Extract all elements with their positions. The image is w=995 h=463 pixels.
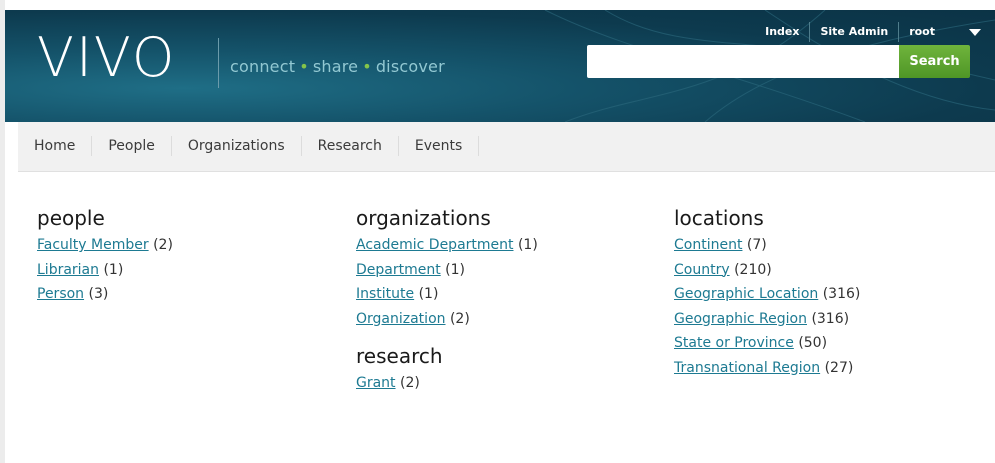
class-link[interactable]: Country <box>674 262 730 278</box>
class-link[interactable]: Geographic Location <box>674 286 818 302</box>
class-count: (1) <box>103 261 124 278</box>
list-item: Academic Department (1) <box>356 233 538 258</box>
class-link[interactable]: Academic Department <box>356 237 514 253</box>
list-item: Organization (2) <box>356 307 538 332</box>
tagline-dot: • <box>362 57 372 76</box>
nav-events[interactable]: Events <box>399 136 480 156</box>
class-count: (316) <box>811 310 850 327</box>
page-top-margin <box>0 0 995 10</box>
class-count: (50) <box>798 335 828 351</box>
list-item: Geographic Region (316) <box>674 307 860 332</box>
list-item: Grant (2) <box>356 371 538 396</box>
vivo-logo[interactable]: VIVO <box>37 28 176 88</box>
class-count: (2) <box>400 375 420 391</box>
class-link[interactable]: Librarian <box>37 262 99 278</box>
class-count: (210) <box>734 261 772 278</box>
section-title-locations: locations <box>674 206 764 230</box>
class-link[interactable]: Transnational Region <box>674 360 820 376</box>
class-link[interactable]: Institute <box>356 286 414 302</box>
people-list: Faculty Member (2) Librarian (1) Person … <box>37 233 173 307</box>
list-item: Transnational Region (27) <box>674 356 860 381</box>
class-link[interactable]: Geographic Region <box>674 311 807 327</box>
column-locations: locations Continent (7) Country (210) Ge… <box>674 205 860 380</box>
list-item: Institute (1) <box>356 282 538 307</box>
class-count: (7) <box>746 237 767 253</box>
class-count: (3) <box>88 286 109 302</box>
nav-organizations[interactable]: Organizations <box>172 136 302 156</box>
class-count: (2) <box>449 310 470 327</box>
list-item: Country (210) <box>674 258 860 283</box>
class-link[interactable]: Person <box>37 286 84 302</box>
list-item: Continent (7) <box>674 233 860 258</box>
class-count: (1) <box>418 286 439 302</box>
class-count: (27) <box>824 359 854 376</box>
class-link[interactable]: Grant <box>356 375 396 391</box>
organizations-list: Academic Department (1) Department (1) I… <box>356 233 538 331</box>
index-link[interactable]: Index <box>755 22 809 42</box>
caret-down-icon[interactable] <box>969 28 981 36</box>
tagline-connect: connect <box>230 57 296 76</box>
class-link[interactable]: Faculty Member <box>37 237 149 253</box>
main-nav: Home People Organizations Research Event… <box>18 122 995 172</box>
logo-divider <box>218 38 219 88</box>
search-input[interactable] <box>587 45 899 78</box>
class-link[interactable]: State or Province <box>674 335 794 351</box>
list-item: Geographic Location (316) <box>674 282 860 307</box>
list-item: Librarian (1) <box>37 258 173 283</box>
list-item: Person (3) <box>37 282 173 307</box>
column-people: people Faculty Member (2) Librarian (1) … <box>37 205 173 307</box>
user-menu-root[interactable]: root <box>898 22 945 42</box>
list-item: State or Province (50) <box>674 331 860 356</box>
search-button[interactable]: Search <box>899 45 970 78</box>
class-link[interactable]: Organization <box>356 311 446 327</box>
class-count: (316) <box>822 286 861 302</box>
list-item: Department (1) <box>356 258 538 283</box>
nav-people[interactable]: People <box>92 136 172 156</box>
tagline-discover: discover <box>375 57 445 76</box>
user-nav: Index Site Admin root <box>755 22 981 42</box>
tagline-share: share <box>312 57 359 76</box>
list-item: Faculty Member (2) <box>37 233 173 258</box>
section-title-organizations: organizations <box>356 206 491 230</box>
tagline-dot: • <box>299 57 309 76</box>
tagline: connect • share • discover <box>230 57 445 76</box>
class-count: (1) <box>445 261 466 278</box>
nav-home[interactable]: Home <box>18 136 93 156</box>
site-admin-link[interactable]: Site Admin <box>809 22 898 42</box>
class-count: (2) <box>153 237 173 253</box>
research-section: research Grant (2) <box>356 343 538 396</box>
section-title-people: people <box>37 206 105 230</box>
section-title-research: research <box>356 344 443 368</box>
column-organizations: organizations Academic Department (1) De… <box>356 205 538 396</box>
nav-research[interactable]: Research <box>302 136 399 156</box>
research-list: Grant (2) <box>356 371 538 396</box>
locations-list: Continent (7) Country (210) Geographic L… <box>674 233 860 380</box>
class-count: (1) <box>517 237 538 253</box>
class-link[interactable]: Department <box>356 262 441 278</box>
class-link[interactable]: Continent <box>674 237 742 253</box>
